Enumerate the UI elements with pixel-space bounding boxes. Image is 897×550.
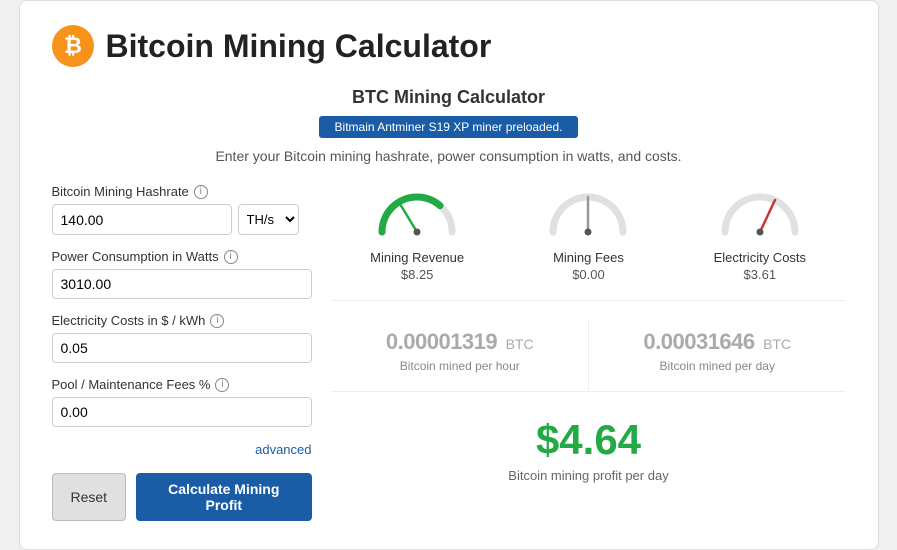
- button-row: Reset Calculate Mining Profit: [52, 473, 312, 521]
- btc-daily-amount: 0.00031646: [643, 329, 754, 354]
- gauge-fees-value: $0.00: [528, 267, 648, 282]
- btc-mined-hourly: 0.00001319 BTC Bitcoin mined per hour: [332, 319, 590, 391]
- gauge-electricity-value: $3.61: [700, 267, 820, 282]
- gauge-fees-label: Mining Fees: [528, 250, 648, 265]
- gauges-row: Mining Revenue $8.25 Mining Fees $0.00: [332, 184, 846, 301]
- btc-hourly-currency: BTC: [506, 336, 534, 352]
- hashrate-input[interactable]: [52, 204, 232, 235]
- advanced-link-container: advanced: [52, 441, 312, 459]
- btc-hourly-amount: 0.00001319: [386, 329, 497, 354]
- power-input[interactable]: [52, 269, 312, 299]
- calc-subtitle: BTC Mining Calculator: [52, 87, 846, 108]
- gauge-mining-fees: Mining Fees $0.00: [528, 184, 648, 282]
- profit-description: Bitcoin mining profit per day: [332, 468, 846, 483]
- hashrate-field-group: Bitcoin Mining Hashrate i TH/s GH/s MH/s: [52, 184, 312, 235]
- gauge-revenue-value: $8.25: [357, 267, 477, 282]
- pool-field-group: Pool / Maintenance Fees % i: [52, 377, 312, 427]
- calc-header: BTC Mining Calculator Bitmain Antminer S…: [52, 87, 846, 164]
- gauge-revenue-svg: [372, 184, 462, 239]
- svg-text:₿: ₿: [64, 33, 82, 58]
- bitcoin-icon: ₿: [52, 25, 94, 67]
- btc-hourly-desc: Bitcoin mined per hour: [332, 359, 589, 373]
- left-panel: Bitcoin Mining Hashrate i TH/s GH/s MH/s…: [52, 184, 312, 521]
- calculator-card: ₿ Bitcoin Mining Calculator BTC Mining C…: [19, 0, 879, 550]
- gauge-mining-revenue: Mining Revenue $8.25: [357, 184, 477, 282]
- profit-amount: $4.64: [332, 416, 846, 464]
- power-field-group: Power Consumption in Watts i: [52, 249, 312, 299]
- hashrate-unit-select[interactable]: TH/s GH/s MH/s: [238, 204, 299, 235]
- pool-info-icon[interactable]: i: [215, 378, 229, 392]
- gauge-electricity: Electricity Costs $3.61: [700, 184, 820, 282]
- hashrate-info-icon[interactable]: i: [194, 185, 208, 199]
- calc-description: Enter your Bitcoin mining hashrate, powe…: [52, 148, 846, 164]
- electricity-info-icon[interactable]: i: [210, 314, 224, 328]
- main-layout: Bitcoin Mining Hashrate i TH/s GH/s MH/s…: [52, 184, 846, 521]
- hashrate-label: Bitcoin Mining Hashrate i: [52, 184, 312, 199]
- profit-section: $4.64 Bitcoin mining profit per day: [332, 410, 846, 483]
- reset-button[interactable]: Reset: [52, 473, 127, 521]
- gauge-electricity-label: Electricity Costs: [700, 250, 820, 265]
- calculate-button[interactable]: Calculate Mining Profit: [136, 473, 311, 521]
- electricity-input[interactable]: [52, 333, 312, 363]
- btc-daily-desc: Bitcoin mined per day: [589, 359, 846, 373]
- pool-label: Pool / Maintenance Fees % i: [52, 377, 312, 392]
- power-info-icon[interactable]: i: [224, 250, 238, 264]
- gauge-revenue-label: Mining Revenue: [357, 250, 477, 265]
- btc-daily-currency: BTC: [763, 336, 791, 352]
- electricity-field-group: Electricity Costs in $ / kWh i: [52, 313, 312, 363]
- btc-mined-daily: 0.00031646 BTC Bitcoin mined per day: [589, 319, 846, 391]
- page-header: ₿ Bitcoin Mining Calculator: [52, 25, 846, 67]
- electricity-label: Electricity Costs in $ / kWh i: [52, 313, 312, 328]
- hashrate-input-row: TH/s GH/s MH/s: [52, 204, 312, 235]
- btc-mined-row: 0.00001319 BTC Bitcoin mined per hour 0.…: [332, 319, 846, 392]
- page-title: Bitcoin Mining Calculator: [106, 28, 492, 65]
- gauge-electricity-svg: [715, 184, 805, 239]
- preloaded-badge: Bitmain Antminer S19 XP miner preloaded.: [319, 116, 579, 138]
- advanced-link[interactable]: advanced: [255, 442, 311, 457]
- power-label: Power Consumption in Watts i: [52, 249, 312, 264]
- right-panel: Mining Revenue $8.25 Mining Fees $0.00: [332, 184, 846, 521]
- gauge-fees-svg: [543, 184, 633, 239]
- pool-input[interactable]: [52, 397, 312, 427]
